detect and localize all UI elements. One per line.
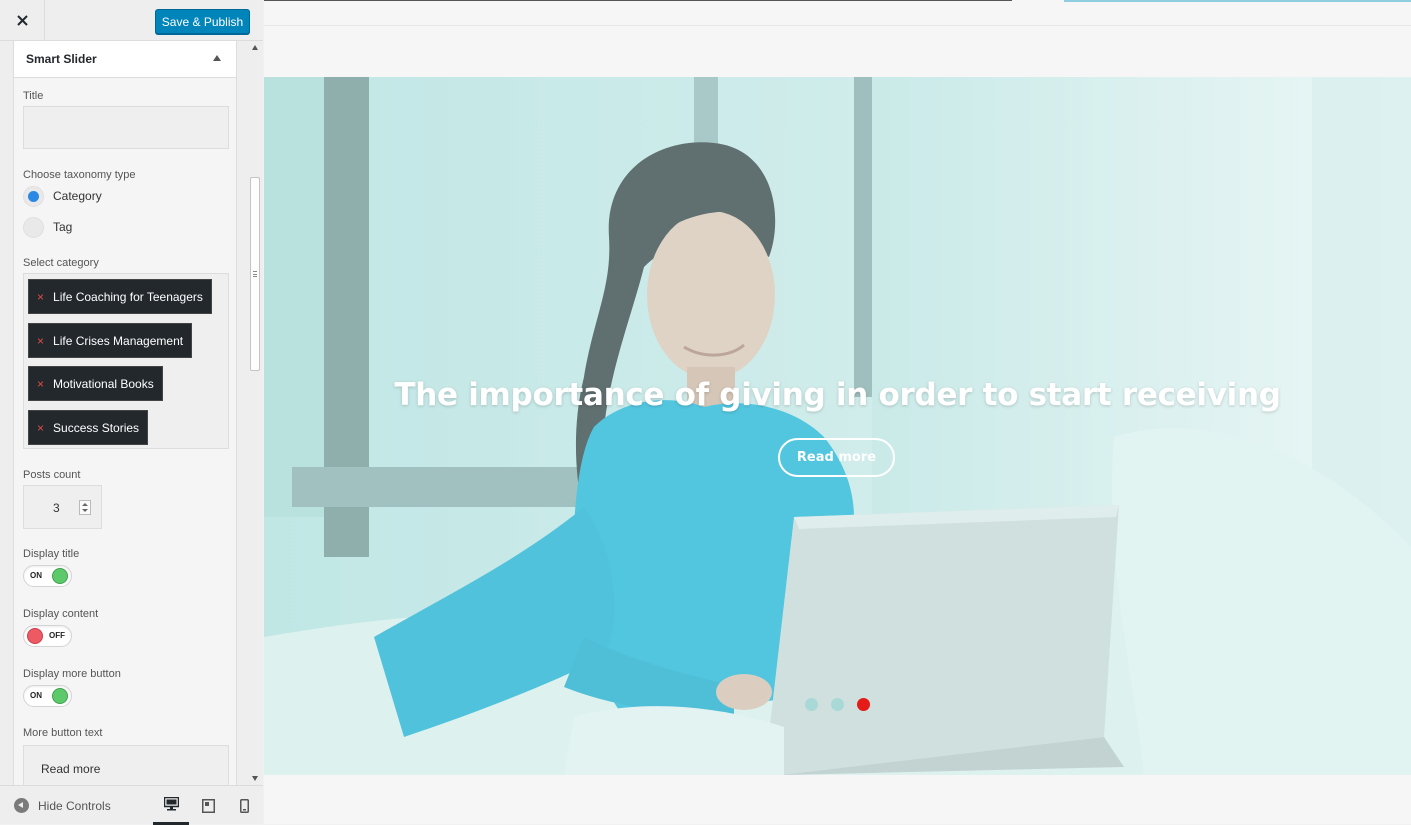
section-header[interactable]: Smart Slider — [14, 41, 236, 78]
panel-footer: Hide Controls — [0, 785, 263, 825]
display-content-label: Display content — [23, 608, 99, 620]
panel-header: Save & Publish — [0, 0, 263, 41]
device-desktop-button[interactable] — [153, 786, 189, 825]
hide-controls-label: Hide Controls — [38, 798, 111, 813]
save-publish-button[interactable]: Save & Publish — [155, 9, 250, 34]
toggle-state-text: ON — [30, 691, 42, 700]
remove-icon[interactable]: × — [37, 334, 44, 348]
taxonomy-label: Choose taxonomy type — [23, 169, 136, 181]
radio-label: Category — [53, 189, 102, 203]
posts-count-input[interactable]: 3 — [23, 485, 102, 529]
mobile-icon — [239, 798, 249, 813]
display-more-label: Display more button — [23, 668, 121, 680]
remove-icon[interactable]: × — [37, 290, 44, 304]
smart-slider-section: Smart Slider Title Choose taxonomy type … — [13, 41, 237, 785]
category-chip: × Life Crises Management — [28, 323, 193, 358]
device-mobile-button[interactable] — [226, 786, 262, 825]
number-stepper[interactable] — [79, 500, 91, 515]
customizer-panel: Save & Publish Smart Slider Title Choose… — [0, 0, 263, 825]
site-preview: The importance of giving in order to sta… — [264, 0, 1411, 824]
radio-tag[interactable]: Tag — [23, 216, 72, 238]
posts-count-label: Posts count — [23, 469, 81, 481]
radio-button[interactable] — [23, 216, 44, 238]
display-title-toggle[interactable]: ON — [23, 565, 72, 587]
slider-pager-dot-active[interactable] — [857, 698, 870, 711]
toggle-knob — [27, 628, 43, 644]
category-chip: × Success Stories — [28, 410, 149, 445]
remove-icon[interactable]: × — [37, 377, 44, 391]
radio-button[interactable] — [23, 185, 44, 207]
category-multiselect[interactable]: × Life Coaching for Teenagers × Life Cri… — [23, 273, 229, 449]
chip-label: Life Coaching for Teenagers — [53, 289, 203, 304]
slide-photo — [264, 77, 1411, 775]
radio-selected-dot — [28, 190, 39, 202]
category-chip: × Motivational Books — [28, 366, 163, 401]
tablet-icon — [201, 798, 215, 813]
section-title: Smart Slider — [26, 52, 97, 66]
stepper-up-icon[interactable] — [82, 503, 88, 506]
more-text-value: Read more — [41, 762, 101, 776]
smart-slider: The importance of giving in order to sta… — [264, 77, 1411, 775]
read-more-button[interactable]: Read more — [778, 438, 895, 477]
hide-controls-button[interactable]: Hide Controls — [14, 798, 111, 813]
category-chip: × Life Coaching for Teenagers — [28, 279, 212, 314]
chip-label: Life Crises Management — [53, 333, 184, 348]
slider-pager-dot[interactable] — [831, 698, 844, 711]
scroll-down-icon[interactable] — [252, 776, 258, 781]
more-text-label: More button text — [23, 727, 103, 739]
category-label: Select category — [23, 257, 99, 269]
device-tablet-button[interactable] — [190, 786, 226, 825]
preview-topbar — [264, 0, 1411, 26]
scrollbar-thumb[interactable] — [250, 177, 260, 371]
toggle-knob — [52, 568, 68, 584]
close-button[interactable] — [0, 0, 45, 41]
scroll-up-icon[interactable] — [252, 45, 258, 50]
toggle-knob — [52, 688, 68, 704]
close-icon — [16, 15, 28, 26]
stepper-down-icon[interactable] — [82, 509, 88, 512]
toggle-state-text: OFF — [49, 631, 65, 640]
remove-icon[interactable]: × — [37, 421, 44, 435]
divider — [264, 0, 1012, 1]
radio-category[interactable]: Category — [23, 185, 102, 207]
grip-icon — [253, 271, 257, 277]
slider-pager-dot[interactable] — [805, 698, 818, 711]
radio-label: Tag — [53, 220, 73, 234]
title-label: Title — [23, 90, 44, 102]
arrow-left-circle-icon — [14, 798, 29, 813]
panel-scrollbar[interactable] — [248, 41, 263, 785]
title-input[interactable] — [23, 106, 229, 149]
chip-label: Success Stories — [53, 420, 140, 435]
display-title-label: Display title — [23, 548, 80, 560]
more-text-input[interactable]: Read more — [23, 745, 229, 785]
chip-label: Motivational Books — [53, 376, 154, 391]
divider — [1064, 0, 1411, 2]
posts-count-value: 3 — [53, 501, 60, 515]
controls-scroll-area: Smart Slider Title Choose taxonomy type … — [0, 41, 263, 785]
display-more-toggle[interactable]: ON — [23, 685, 72, 707]
display-content-toggle[interactable]: OFF — [23, 625, 72, 647]
desktop-icon — [163, 797, 179, 811]
slide-title: The importance of giving in order to sta… — [394, 377, 1281, 413]
chevron-up-icon[interactable] — [213, 55, 221, 61]
toggle-state-text: ON — [30, 571, 42, 580]
